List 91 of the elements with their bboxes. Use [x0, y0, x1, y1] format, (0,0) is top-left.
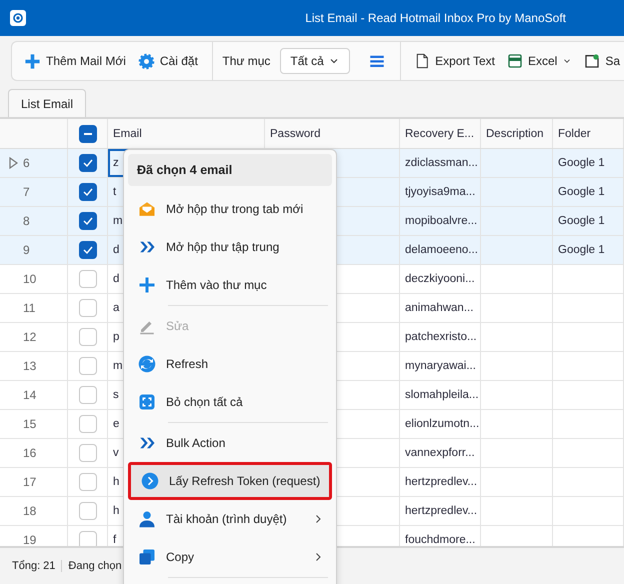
plus-icon	[24, 52, 41, 70]
table-cell: hertzpredlev...	[405, 505, 478, 517]
table-cell: delamoeeno...	[405, 244, 478, 256]
table-cell: zdiclassman...	[405, 157, 478, 169]
row-number: 11	[23, 301, 36, 315]
export-text-button[interactable]: Export Text	[410, 48, 499, 74]
menu-item[interactable]: Bulk Action	[128, 424, 332, 462]
table-cell: hertzpredlev...	[405, 476, 478, 488]
row-number: 19	[23, 533, 36, 546]
select-frame-icon	[138, 393, 156, 411]
file-icon	[414, 52, 430, 70]
menu-item[interactable]: Bỏ chọn tất cả	[128, 383, 332, 421]
user-icon	[138, 510, 156, 528]
table-cell: vannexpforr...	[405, 447, 475, 459]
column-header[interactable]: Email	[113, 128, 142, 140]
check-icon	[82, 158, 92, 168]
add-mail-button[interactable]: Thêm Mail Mới	[20, 48, 130, 74]
row-checkbox[interactable]	[78, 357, 96, 375]
select-all-checkbox[interactable]	[78, 124, 96, 142]
row-checkbox[interactable]	[78, 328, 96, 346]
copy-icon	[138, 548, 156, 566]
menu-item[interactable]: Mở hộp thư trong tab mới	[128, 190, 332, 228]
row-checkbox[interactable]	[78, 444, 96, 462]
open-envelope-icon	[138, 200, 156, 218]
row-number: 18	[23, 504, 36, 518]
check-icon	[82, 216, 92, 226]
folder-label: Thư mục	[222, 54, 270, 68]
selected-count: Đang chọn	[67, 560, 123, 572]
plus-icon	[138, 276, 156, 294]
row-number: 14	[23, 388, 36, 402]
row-number: 12	[23, 330, 36, 344]
row-number: 10	[23, 272, 36, 286]
menu-item[interactable]: Thêm vào thư mục	[128, 266, 332, 304]
tab[interactable]: List Email	[8, 89, 86, 117]
table-cell: Google 1	[558, 157, 605, 169]
table-cell: mynaryawai...	[405, 360, 476, 372]
check-icon	[82, 187, 92, 197]
folder-select[interactable]: Tất cả	[280, 48, 350, 74]
table-cell: elionlzumotn...	[405, 418, 480, 430]
row-checkbox[interactable]	[78, 473, 96, 491]
row-number: 16	[23, 446, 36, 460]
row-number: 6	[23, 156, 30, 170]
spreadsheet-icon	[506, 53, 523, 69]
menu-item[interactable]: Lấy Refresh Token (request)	[128, 462, 332, 500]
row-number: 7	[23, 185, 30, 199]
column-header[interactable]: Description	[486, 128, 544, 140]
column-header[interactable]: Recovery E...	[405, 128, 474, 140]
table-cell: deczkiyooni...	[405, 273, 475, 285]
row-number: 8	[23, 214, 30, 228]
menu-item[interactable]: Tài khoản (trình duyệt)	[128, 500, 332, 538]
menu-item[interactable]: Copy	[128, 538, 332, 576]
row-checkbox[interactable]	[78, 212, 96, 230]
column-header[interactable]: Folder	[558, 128, 591, 140]
total-count: Tổng: 21	[0, 560, 62, 572]
row-checkbox[interactable]	[78, 270, 96, 288]
row-checkbox[interactable]	[78, 531, 96, 546]
row-number: 9	[23, 243, 30, 257]
table-cell: Google 1	[558, 244, 605, 256]
save-button[interactable]: Sa	[580, 49, 624, 73]
table-cell: slomahpleila...	[405, 389, 479, 401]
menu-item[interactable]: Mở hộp thư tập trung	[128, 228, 332, 266]
row-checkbox[interactable]	[78, 241, 96, 259]
refresh-icon	[138, 355, 156, 373]
window-title: List Email - Read Hotmail Inbox Pro by ManoSoft	[305, 11, 566, 25]
column-header[interactable]: Password	[270, 128, 320, 140]
excel-button[interactable]: Excel	[502, 49, 576, 73]
table-cell: mopiboalvre...	[405, 215, 478, 227]
menu-item[interactable]: Refresh	[128, 345, 332, 383]
table-cell: patchexristo...	[405, 331, 477, 343]
row-number: 17	[23, 475, 36, 489]
row-checkbox[interactable]	[78, 183, 96, 201]
settings-icon	[138, 52, 155, 70]
table-cell: tjyoyisa9ma...	[405, 186, 476, 198]
row-number: 13	[23, 359, 36, 373]
row-checkbox[interactable]	[78, 154, 96, 172]
current-row-icon	[8, 156, 18, 170]
row-checkbox[interactable]	[78, 386, 96, 404]
row-checkbox[interactable]	[78, 299, 96, 317]
check-icon	[82, 245, 92, 255]
table-cell: fouchdmore...	[405, 534, 476, 546]
menu-header: Đã chọn 4 email	[128, 154, 332, 186]
row-number: 15	[23, 417, 36, 431]
row-checkbox[interactable]	[78, 415, 96, 433]
chevron-circle-icon	[141, 472, 159, 490]
table-cell: Google 1	[558, 215, 605, 227]
settings-button[interactable]: Cài đặt	[134, 48, 202, 74]
app-logo-icon	[10, 10, 26, 26]
table-cell: animahwan...	[405, 302, 474, 314]
row-checkbox[interactable]	[78, 502, 96, 520]
save-icon	[584, 53, 600, 69]
table-cell: Google 1	[558, 186, 605, 198]
